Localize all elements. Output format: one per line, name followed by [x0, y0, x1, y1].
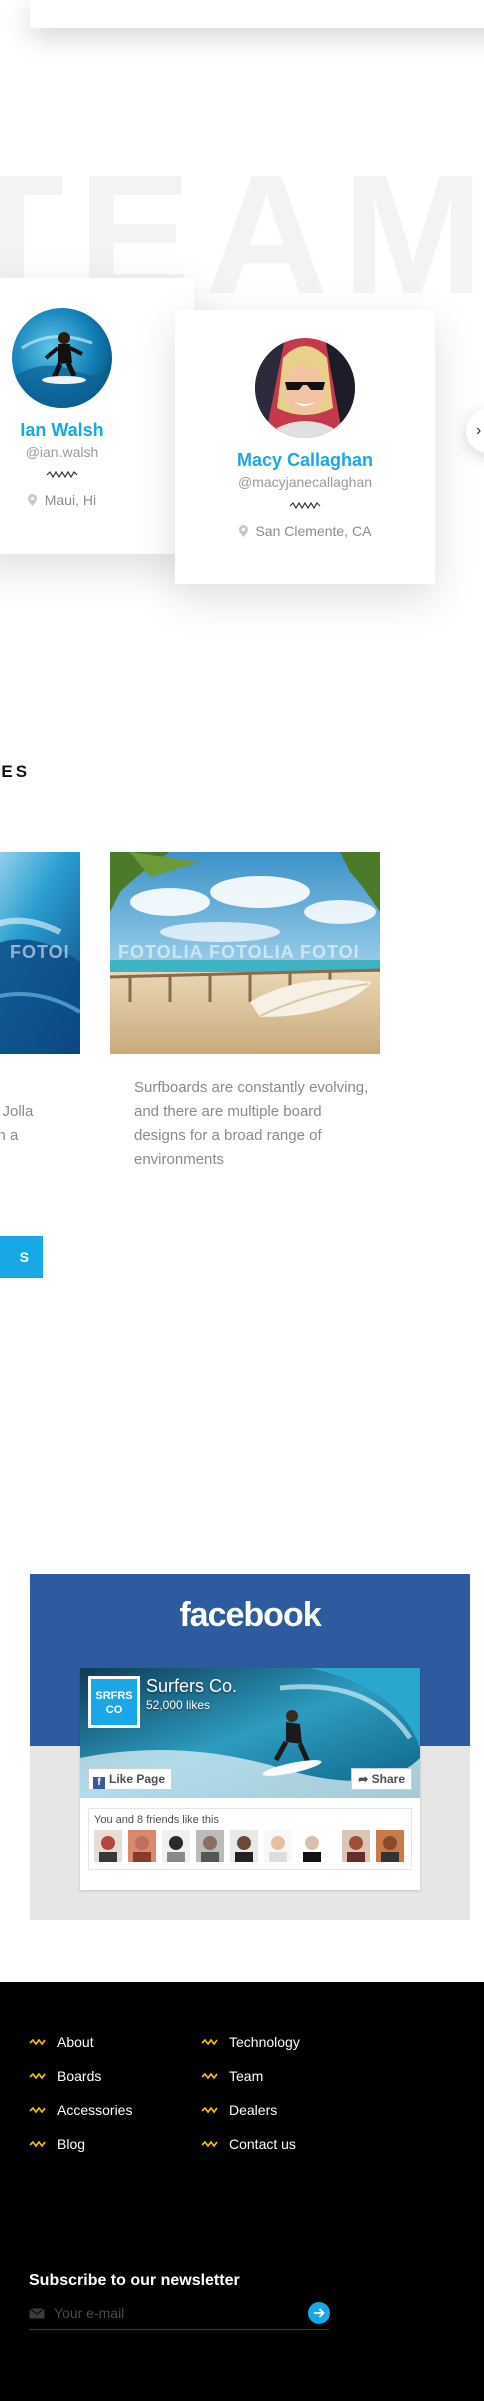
zigzag-icon	[29, 2140, 46, 2148]
zigzag-divider-icon	[289, 502, 321, 510]
friend-avatar[interactable]	[264, 1830, 292, 1862]
share-button[interactable]: ➦ Share	[351, 1768, 412, 1790]
board-photo-wave[interactable]: FOTOI	[0, 852, 80, 1054]
facebook-cover-photo: SRFRS CO Surfers Co. 52,000 likes f Like …	[80, 1668, 420, 1798]
footer-link-boards[interactable]: Boards	[29, 2068, 101, 2084]
footer-link-accessories[interactable]: Accessories	[29, 2102, 132, 2118]
newsletter-underline	[29, 2329, 329, 2330]
watermark-text: FOTOLIA FOTOLIA FOTOI	[118, 942, 360, 962]
zigzag-icon	[201, 2038, 218, 2046]
chevron-right-icon: ›	[476, 422, 482, 439]
location-pin-icon	[27, 494, 37, 506]
member-name: Ian Walsh	[20, 420, 104, 440]
footer-link-technology[interactable]: Technology	[201, 2034, 300, 2050]
avatar	[255, 338, 355, 438]
brand-badge: SRFRS CO	[88, 1676, 140, 1728]
friend-avatar[interactable]	[162, 1830, 190, 1862]
newsletter-title: Subscribe to our newsletter	[29, 2272, 240, 2289]
avatar	[12, 308, 112, 408]
footer: About Boards Accessories Blog Technology…	[0, 1982, 484, 2401]
board-photo-beach[interactable]: FOTOLIA FOTOLIA FOTOI	[110, 852, 380, 1054]
desc-line: s	[0, 1076, 50, 1100]
footer-link-dealers[interactable]: Dealers	[201, 2102, 277, 2118]
zigzag-divider-icon	[46, 471, 78, 479]
zigzag-icon	[201, 2106, 218, 2114]
newsletter-email-input[interactable]	[54, 2302, 294, 2324]
arrow-right-icon	[314, 2308, 325, 2318]
footer-link-contact[interactable]: Contact us	[201, 2136, 296, 2152]
friend-avatar[interactable]	[94, 1830, 122, 1862]
facebook-page-name[interactable]: Surfers Co.	[146, 1676, 237, 1697]
right-description: Surfboards are constantly evolving, and …	[134, 1079, 369, 1168]
friend-avatar[interactable]	[376, 1830, 404, 1862]
member-location: San Clemente, CA	[255, 523, 372, 539]
desc-line: a Jolla	[0, 1103, 34, 1120]
location-pin-icon	[238, 525, 248, 537]
mail-icon	[29, 2308, 45, 2319]
section-cta-button[interactable]: S	[0, 1236, 43, 1278]
left-description: s a Jolla ith a	[0, 1076, 50, 1148]
like-page-button[interactable]: f Like Page	[88, 1768, 173, 1790]
page: TEAM Ian Walsh @ian.walsh Maui, Hi Macy …	[0, 0, 484, 2401]
footer-link-team[interactable]: Team	[201, 2068, 263, 2084]
section-title: TES	[0, 762, 31, 781]
team-card-macy[interactable]: Macy Callaghan @macyjanecallaghan San Cl…	[175, 310, 435, 584]
member-handle[interactable]: @macyjanecallaghan	[175, 474, 435, 490]
footer-link-blog[interactable]: Blog	[29, 2136, 85, 2152]
friend-avatar[interactable]	[342, 1830, 370, 1862]
facebook-logo: facebook	[179, 1596, 321, 1634]
facebook-page-widget[interactable]: SRFRS CO Surfers Co. 52,000 likes f Like …	[80, 1668, 420, 1890]
friends-like-text: You and 8 friends like this	[94, 1814, 219, 1826]
share-arrow-icon: ➦	[358, 1772, 372, 1786]
facebook-like-count: 52,000 likes	[146, 1698, 211, 1712]
friend-avatar[interactable]	[196, 1830, 224, 1862]
top-shadow-panel	[30, 0, 484, 28]
zigzag-icon	[201, 2140, 218, 2148]
watermark-text: FOTOI	[10, 942, 70, 962]
carousel-next-button[interactable]: ›	[466, 409, 484, 453]
friend-avatar[interactable]	[230, 1830, 258, 1862]
friend-avatar[interactable]	[298, 1830, 326, 1862]
friends-avatars	[94, 1830, 406, 1862]
newsletter-submit-button[interactable]	[308, 2302, 330, 2324]
member-name: Macy Callaghan	[236, 450, 374, 470]
zigzag-icon	[201, 2072, 218, 2080]
zigzag-icon	[29, 2106, 46, 2114]
desc-line: ith a	[0, 1127, 19, 1144]
zigzag-icon	[29, 2038, 46, 2046]
facebook-f-icon: f	[93, 1777, 105, 1789]
footer-link-about[interactable]: About	[29, 2034, 94, 2050]
zigzag-icon	[29, 2072, 46, 2080]
facebook-section: facebook SRFRS CO Surfers Co. 52,000 lik…	[30, 1574, 470, 1920]
member-handle[interactable]: @ian.walsh	[0, 444, 154, 460]
team-card-ian[interactable]: Ian Walsh @ian.walsh Maui, Hi	[0, 278, 194, 554]
member-location: Maui, Hi	[44, 492, 97, 508]
friend-avatar[interactable]	[128, 1830, 156, 1862]
